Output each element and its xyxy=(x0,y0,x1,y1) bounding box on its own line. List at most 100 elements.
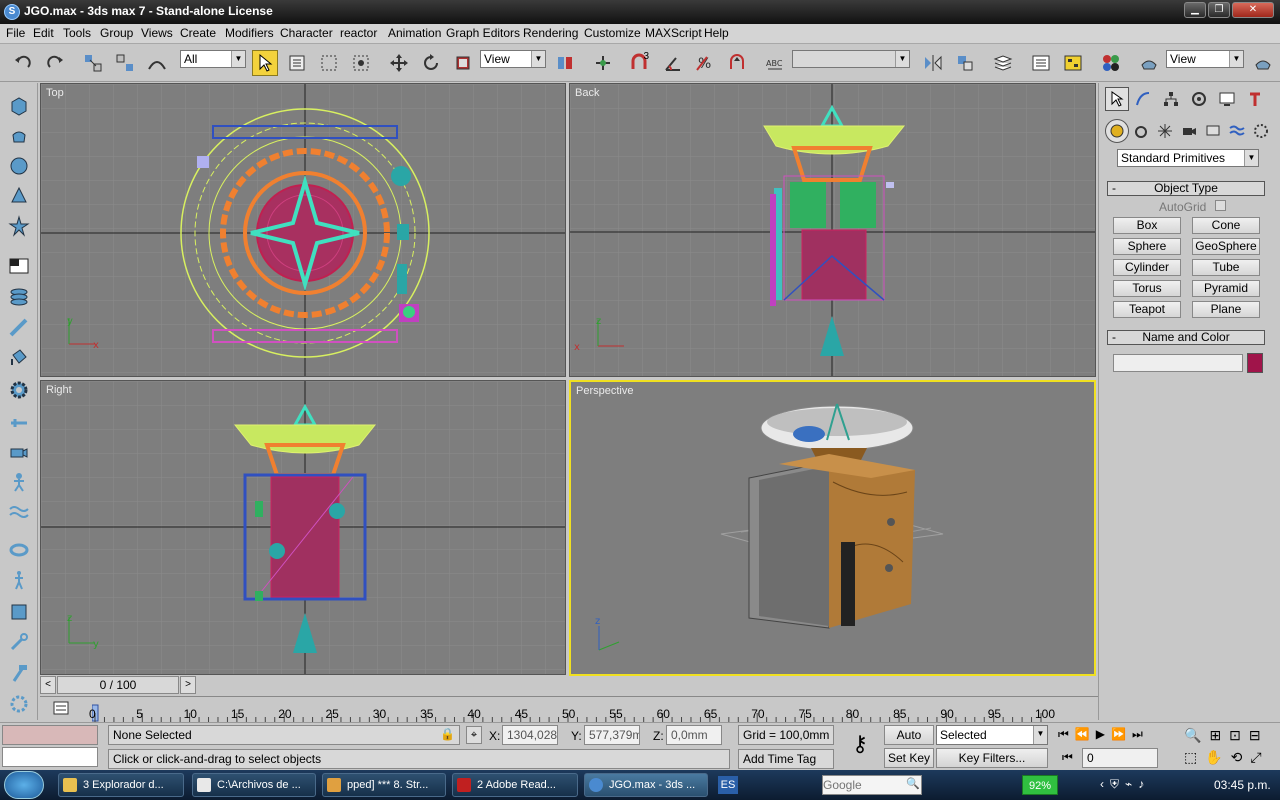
select-by-name-icon[interactable] xyxy=(284,50,310,76)
tube-button[interactable]: Tube xyxy=(1192,259,1260,276)
geosphere-button[interactable]: GeoSphere xyxy=(1192,238,1260,255)
viewport-right-label[interactable]: Right xyxy=(46,384,72,396)
task-archivos[interactable]: C:\Archivos de ... xyxy=(192,773,316,797)
menu-reactor[interactable]: reactor xyxy=(340,26,377,40)
mini-curve-editor-icon[interactable] xyxy=(52,699,70,717)
percent-snap-icon[interactable]: % xyxy=(692,50,718,76)
motion-tab-icon[interactable] xyxy=(1187,87,1211,111)
viewport-perspective[interactable]: z Perspective xyxy=(569,380,1096,676)
network-icon[interactable]: ⌁ xyxy=(1125,777,1138,791)
layer-manager-icon[interactable] xyxy=(990,50,1016,76)
teapot-icon[interactable] xyxy=(6,123,32,149)
named-selection-dropdown[interactable]: ▼ xyxy=(792,50,910,68)
viewport-layout-icon[interactable] xyxy=(6,253,32,279)
hierarchy-tab-icon[interactable] xyxy=(1159,87,1183,111)
add-time-tag[interactable]: Add Time Tag xyxy=(738,749,834,769)
lights-icon[interactable] xyxy=(1153,119,1177,143)
object-type-rollout[interactable]: - Object Type xyxy=(1107,181,1265,196)
cube-icon[interactable] xyxy=(6,93,32,119)
layers-icon[interactable] xyxy=(6,283,32,309)
select-and-link-icon[interactable] xyxy=(80,50,106,76)
key-mode-dropdown[interactable]: Selected ▼ xyxy=(936,725,1048,745)
menu-edit[interactable]: Edit xyxy=(33,26,54,40)
x-coordinate-field[interactable]: 1304,028m xyxy=(502,725,558,745)
redo-icon[interactable] xyxy=(42,50,68,76)
tray-arrow-icon[interactable]: ‹ xyxy=(1100,777,1110,791)
previous-frame-icon[interactable]: ⏪ xyxy=(1075,727,1096,741)
play-icon[interactable]: ▶ xyxy=(1096,727,1111,741)
menu-group[interactable]: Group xyxy=(100,26,133,40)
cloth-icon[interactable] xyxy=(6,599,32,625)
time-slider-thumb[interactable]: 0 / 100 xyxy=(57,676,179,694)
autogrid-checkbox[interactable] xyxy=(1215,200,1226,211)
menu-animation[interactable]: Animation xyxy=(388,26,441,40)
set-key-button[interactable]: Set Key xyxy=(884,748,934,768)
rectangular-selection-icon[interactable] xyxy=(316,50,342,76)
go-to-end-icon[interactable]: ⏭ xyxy=(1132,727,1149,741)
torus-button[interactable]: Torus xyxy=(1113,280,1181,297)
menu-rendering[interactable]: Rendering xyxy=(523,26,578,40)
selection-filter-dropdown[interactable]: All ▼ xyxy=(180,50,246,68)
menu-maxscript[interactable]: MAXScript xyxy=(645,26,702,40)
key-filters-button[interactable]: Key Filters... xyxy=(936,748,1048,768)
pyramid-button[interactable]: Pyramid xyxy=(1192,280,1260,297)
box-button[interactable]: Box xyxy=(1113,217,1181,234)
viewport-right[interactable]: y z Right xyxy=(40,380,566,675)
region-zoom-icon[interactable]: ⬚ xyxy=(1184,749,1205,765)
display-tab-icon[interactable] xyxy=(1215,87,1239,111)
viewport-top[interactable]: x y Top xyxy=(40,83,566,377)
sphere-icon[interactable] xyxy=(6,153,32,179)
paint-bucket-icon[interactable] xyxy=(6,345,32,371)
select-and-manipulate-icon[interactable] xyxy=(590,50,616,76)
spring-icon[interactable] xyxy=(6,537,32,563)
modify-tab-icon[interactable] xyxy=(1131,87,1155,111)
figure-icon[interactable] xyxy=(6,567,32,593)
hammer-icon[interactable] xyxy=(6,661,32,687)
schematic-view-icon[interactable] xyxy=(1060,50,1086,76)
task-chat[interactable]: pped] *** 8. Str... xyxy=(322,773,446,797)
plane-button[interactable]: Plane xyxy=(1192,301,1260,318)
viewport-back[interactable]: x z Back xyxy=(569,83,1096,377)
minimize-icon[interactable]: ▁ xyxy=(1184,2,1206,18)
bind-space-warp-icon[interactable] xyxy=(144,50,170,76)
menu-tools[interactable]: Tools xyxy=(63,26,91,40)
language-indicator[interactable]: ES xyxy=(718,776,738,794)
viewport-perspective-label[interactable]: Perspective xyxy=(576,385,633,397)
zoom-icon[interactable]: 🔍 xyxy=(1184,727,1209,743)
name-and-color-rollout[interactable]: - Name and Color xyxy=(1107,330,1265,345)
object-name-field[interactable] xyxy=(1113,354,1243,372)
space-warps-icon[interactable] xyxy=(1225,119,1249,143)
select-and-scale-icon[interactable] xyxy=(450,50,476,76)
go-to-start-icon[interactable]: ⏮ xyxy=(1058,727,1075,741)
menu-modifiers[interactable]: Modifiers xyxy=(225,26,274,40)
volume-icon[interactable]: ♪ xyxy=(1138,777,1150,791)
key-mode-toggle-icon[interactable]: ⏮ xyxy=(1062,750,1073,765)
current-frame-field[interactable]: 0 xyxy=(1082,748,1158,768)
auto-key-button[interactable]: Auto Key xyxy=(884,725,934,760)
maxscript-listener-white[interactable] xyxy=(2,747,98,767)
edit-named-selection-icon[interactable]: ABC xyxy=(762,50,788,76)
track-view-icon[interactable] xyxy=(1028,50,1054,76)
helpers-icon[interactable] xyxy=(1201,119,1225,143)
reference-coordinate-dropdown[interactable]: View ▼ xyxy=(480,50,546,68)
unlink-selection-icon[interactable] xyxy=(112,50,138,76)
task-explorer[interactable]: 3 Explorador d... xyxy=(58,773,184,797)
track-bar[interactable]: 0 5 10 15 20 25 30 35 40 45 50 55 60 65 70 75 80 85 90 95 10… xyxy=(40,696,1098,723)
pivot-center-icon[interactable] xyxy=(552,50,578,76)
zoom-extents-all-icon[interactable]: ⊟ xyxy=(1249,727,1269,743)
utilities-tab-icon[interactable] xyxy=(1243,87,1267,111)
menu-help[interactable]: Help xyxy=(704,26,729,40)
absolute-mode-icon[interactable]: ⌖ xyxy=(466,726,482,744)
select-and-move-icon[interactable] xyxy=(386,50,412,76)
gear-icon[interactable] xyxy=(6,377,32,403)
task-3dsmax[interactable]: JGO.max - 3ds ... xyxy=(584,773,708,797)
systems-icon[interactable] xyxy=(1249,119,1273,143)
restore-icon[interactable]: ❐ xyxy=(1208,2,1230,18)
maxscript-listener-pink[interactable] xyxy=(2,725,98,745)
snap-toggle-icon[interactable]: 3 xyxy=(626,50,652,76)
bone-icon[interactable] xyxy=(6,409,32,435)
angle-snap-icon[interactable] xyxy=(660,50,686,76)
zoom-all-icon[interactable]: ⊞ xyxy=(1209,727,1229,743)
menu-file[interactable]: File xyxy=(6,26,25,40)
z-coordinate-field[interactable]: 0,0mm xyxy=(666,725,722,745)
